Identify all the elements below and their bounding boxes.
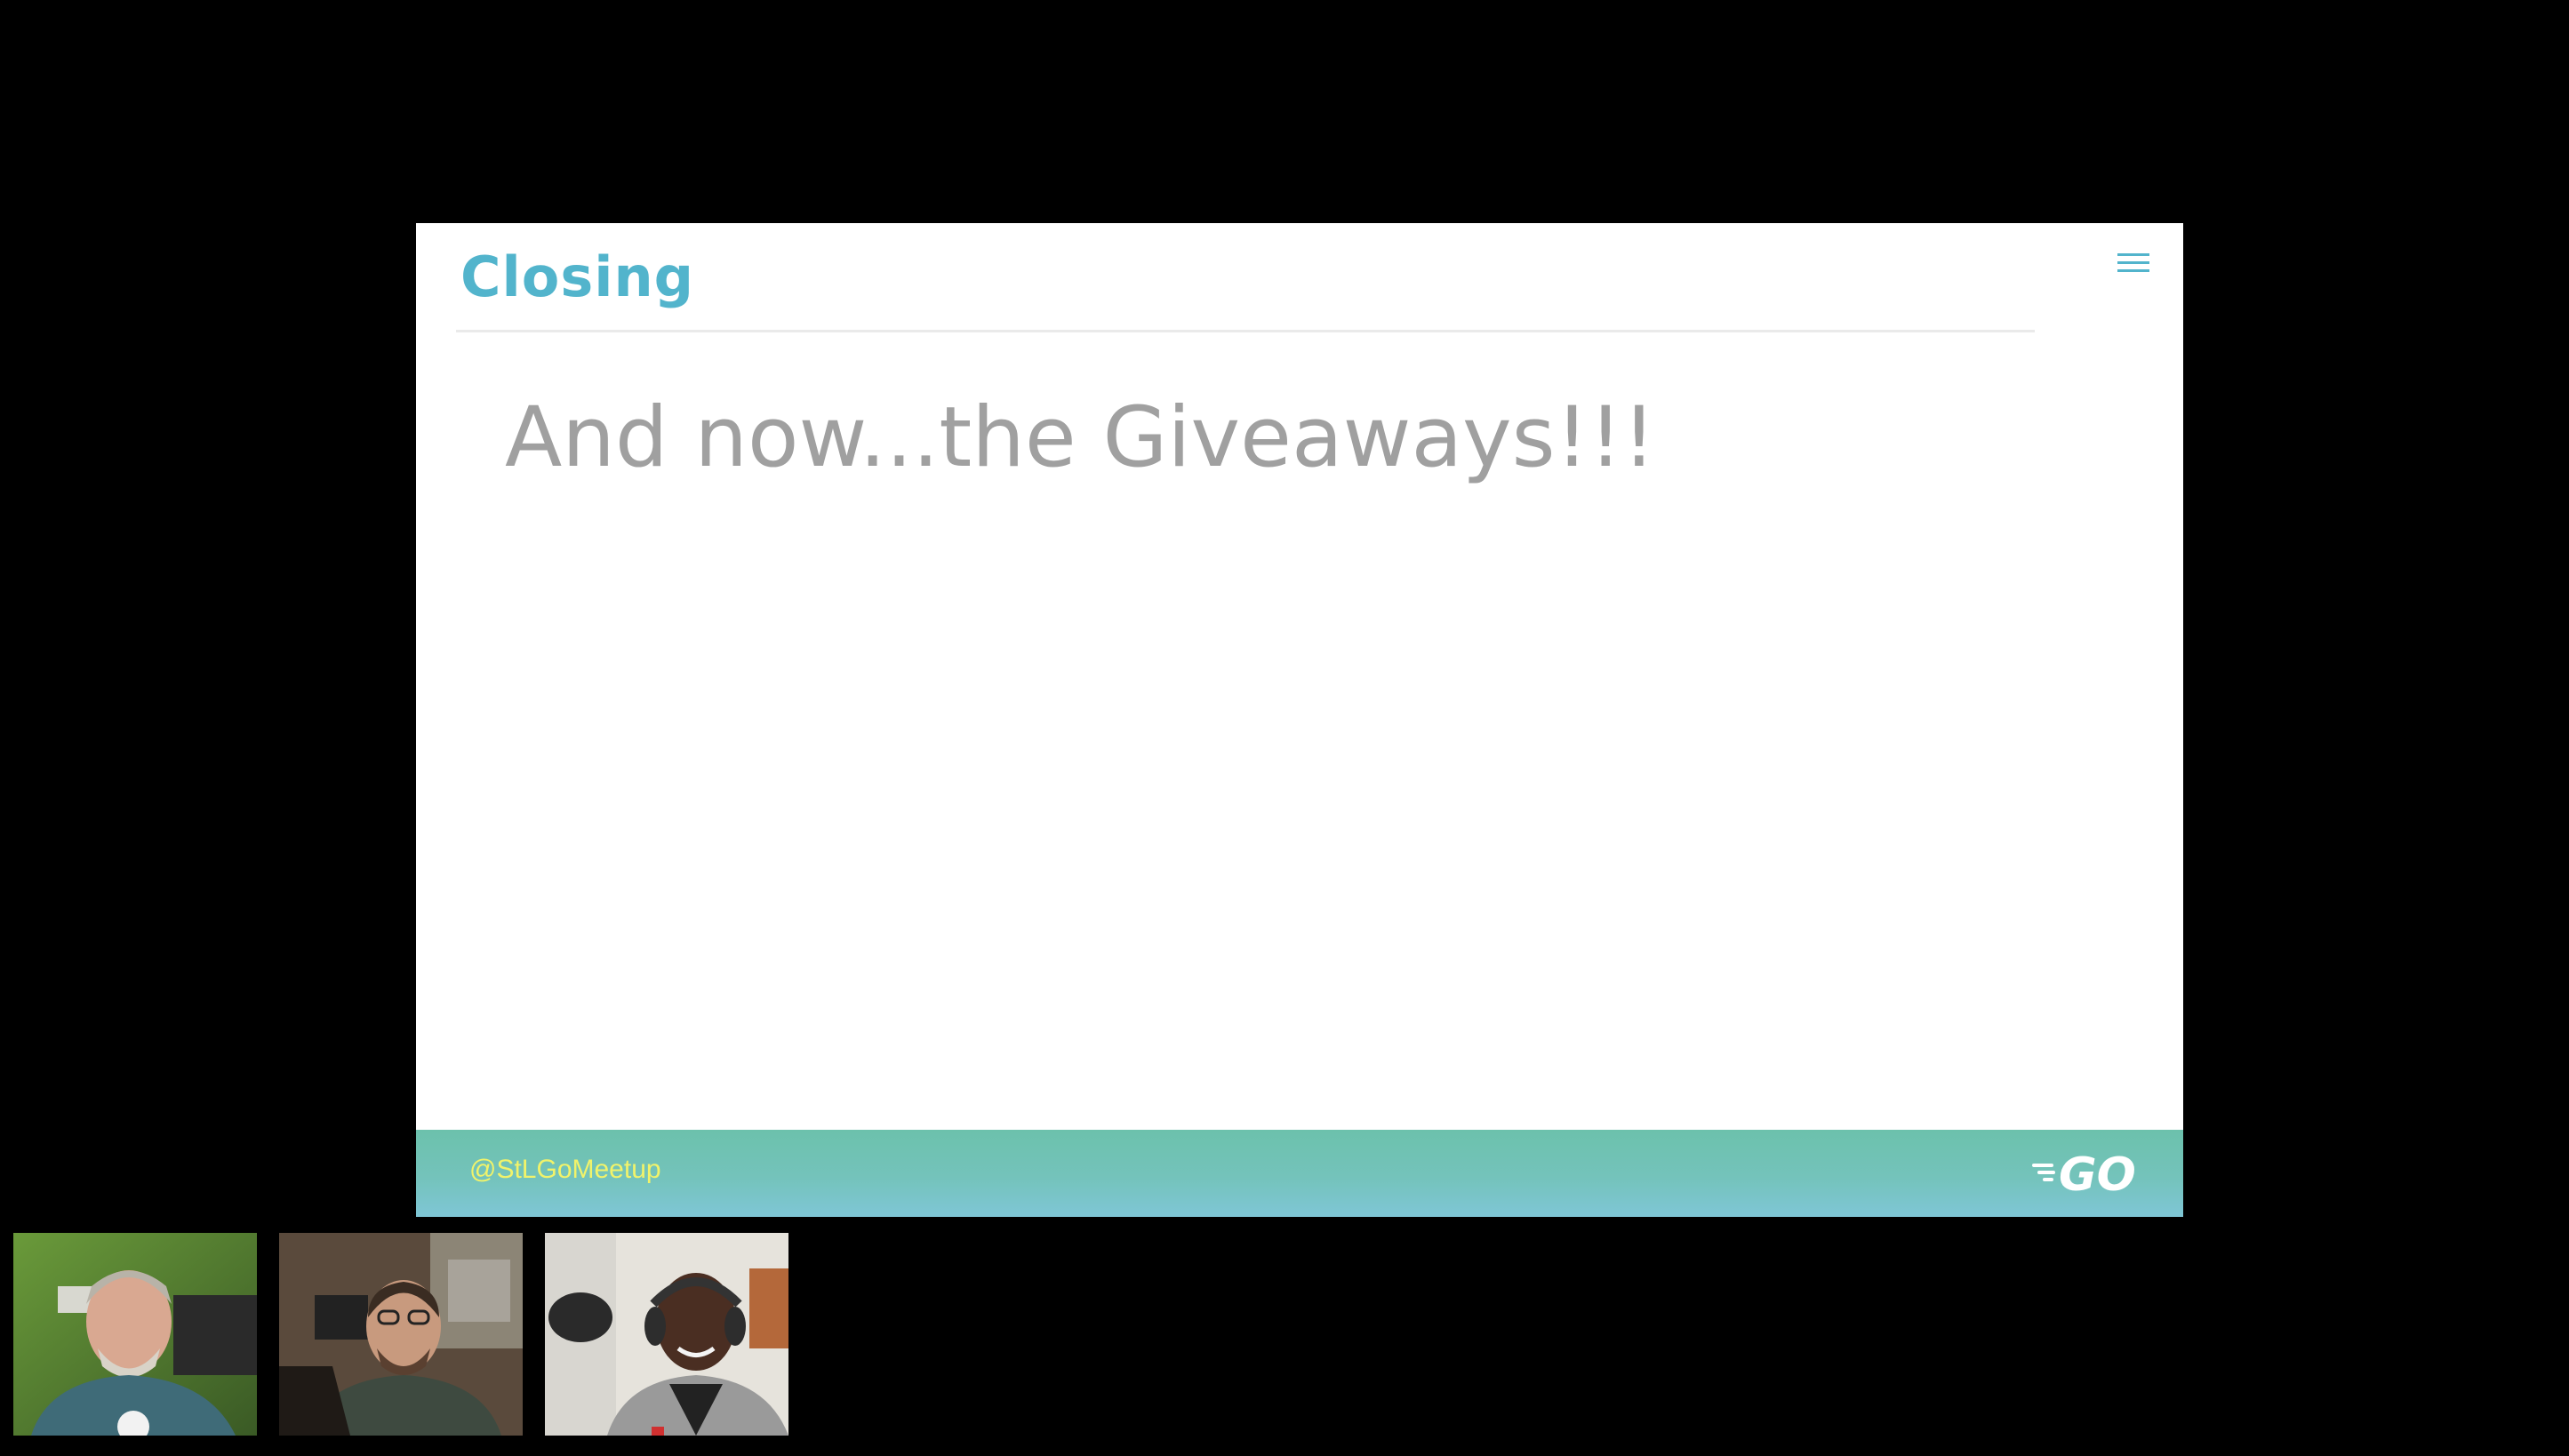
hamburger-menu-icon[interactable] — [2117, 253, 2149, 276]
title-divider — [456, 330, 2035, 332]
participant-3-video — [545, 1233, 788, 1436]
slide-footer: @StLGoMeetup GO — [416, 1130, 2183, 1217]
slide-body-text: And now...the Giveaways!!! — [505, 389, 1656, 486]
go-logo-text: GO — [2059, 1148, 2136, 1201]
video-call-stage: Closing And now...the Giveaways!!! @StLG… — [0, 0, 2569, 1456]
footer-twitter-handle: @StLGoMeetup — [469, 1155, 661, 1184]
participant-1-video — [13, 1233, 257, 1436]
presentation-slide: Closing And now...the Giveaways!!! @StLG… — [416, 223, 2183, 1217]
slide-title: Closing — [460, 244, 695, 309]
go-logo-icon: GO — [2032, 1148, 2136, 1201]
participant-2-video — [279, 1233, 523, 1436]
participant-video-tile-3[interactable] — [545, 1233, 788, 1436]
participant-video-tile-1[interactable] — [13, 1233, 257, 1436]
participant-video-tile-2[interactable] — [279, 1233, 523, 1436]
